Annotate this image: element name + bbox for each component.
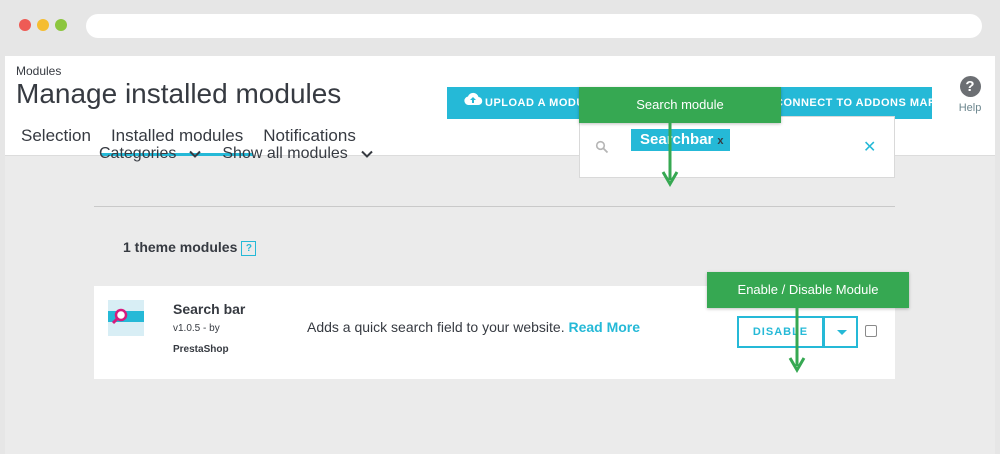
addons-marketplace-label: CONNECT TO ADDONS MARKETPLACE: [775, 97, 932, 109]
search-module-logo: [108, 300, 144, 336]
status-label: Show all modules: [222, 145, 348, 162]
enable-disable-callout: Enable / Disable Module: [707, 272, 909, 308]
search-module-callout: Search module: [579, 87, 781, 123]
categories-label: Categories: [99, 145, 177, 162]
module-author: PrestaShop: [173, 344, 229, 355]
breadcrumb[interactable]: Modules: [16, 64, 61, 78]
module-description: Adds a quick search field to your websit…: [307, 319, 640, 335]
close-window-dot[interactable]: [19, 19, 31, 31]
module-version: v1.0.5 - by: [173, 323, 220, 334]
address-bar[interactable]: [86, 14, 982, 38]
help-circle-icon: ?: [959, 76, 981, 97]
search-tag-label: Searchbar: [640, 131, 714, 148]
tab-selection[interactable]: Selection: [11, 124, 101, 156]
filter-bar: Categories Show all modules: [99, 145, 394, 163]
module-select-checkbox[interactable]: [865, 325, 877, 337]
help-button[interactable]: ? Help: [955, 76, 985, 114]
cloud-upload-icon: [463, 87, 483, 119]
section-title-label: 1 theme modules: [123, 239, 238, 255]
disable-button[interactable]: DISABLE: [737, 316, 824, 348]
search-icon: [595, 140, 609, 154]
module-description-text: Adds a quick search field to your websit…: [307, 319, 565, 335]
module-name: Search bar: [173, 301, 246, 317]
read-more-link[interactable]: Read More: [568, 319, 640, 335]
chevron-down-icon: [361, 150, 373, 158]
section-divider: [94, 206, 895, 207]
module-search-input[interactable]: Searchbar x ✕: [579, 116, 895, 178]
upload-module-button[interactable]: UPLOAD A MODULE: [447, 87, 597, 119]
maximize-window-dot[interactable]: [55, 19, 67, 31]
minimize-window-dot[interactable]: [37, 19, 49, 31]
page-title: Manage installed modules: [16, 78, 342, 109]
remove-tag-button[interactable]: x: [717, 135, 723, 147]
clear-search-button[interactable]: ✕: [863, 137, 876, 157]
chevron-down-icon: [189, 150, 202, 158]
module-actions-dropdown[interactable]: [823, 316, 858, 348]
browser-chrome: [0, 0, 1000, 52]
search-tag: Searchbar x: [631, 129, 730, 151]
help-icon[interactable]: ?: [241, 240, 257, 256]
help-label: Help: [958, 102, 982, 114]
status-dropdown[interactable]: Show all modules: [222, 145, 373, 163]
categories-dropdown[interactable]: Categories: [99, 145, 202, 163]
section-title: 1 theme modules?: [123, 239, 257, 256]
